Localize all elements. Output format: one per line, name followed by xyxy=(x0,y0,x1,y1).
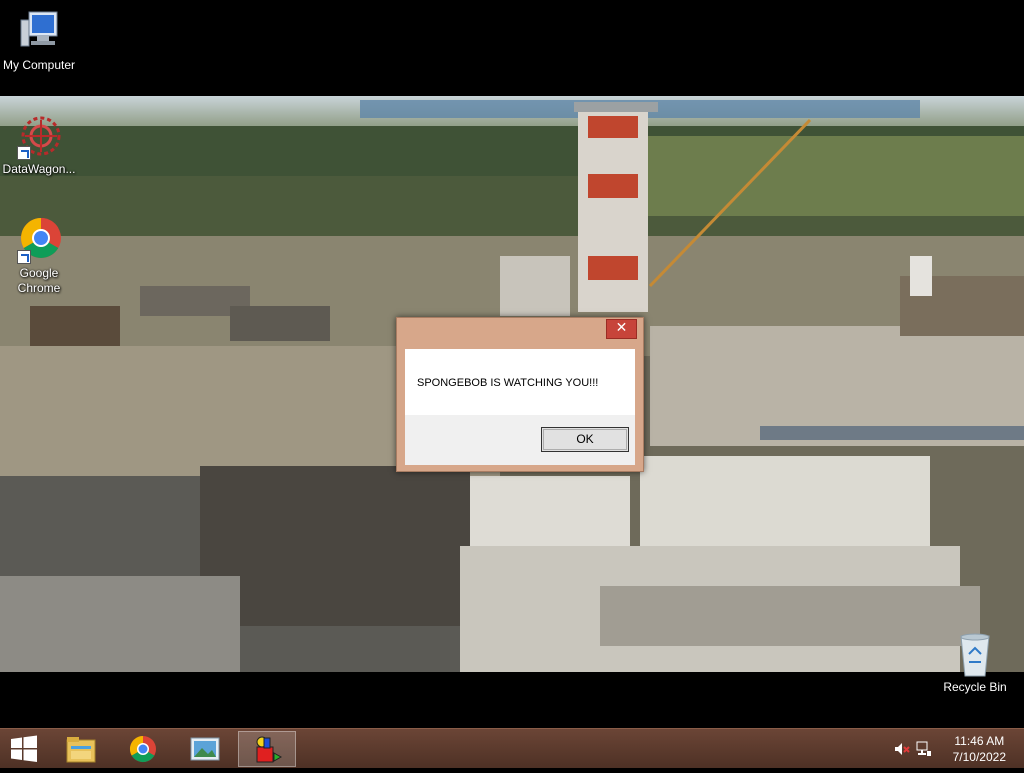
desktop-icon-google-chrome[interactable]: Google Chrome xyxy=(0,216,78,296)
clock-time: 11:46 AM xyxy=(954,734,1005,748)
computer-icon xyxy=(15,8,63,56)
desktop-icon-label: Recycle Bin xyxy=(943,680,1007,694)
taskbar-photo-viewer[interactable] xyxy=(176,731,234,767)
desktop-icon-label: My Computer xyxy=(2,58,76,72)
shortcut-arrow-icon xyxy=(17,250,31,264)
system-tray: 11:46 AM 7/10/2022 xyxy=(884,729,1024,769)
photo-icon xyxy=(190,737,220,761)
recycle-bin-icon xyxy=(951,630,999,678)
taskbar-clock[interactable]: 11:46 AM 7/10/2022 xyxy=(953,733,1006,765)
message-box-body: SPONGEBOB IS WATCHING YOU!!! xyxy=(405,349,635,415)
folder-icon xyxy=(66,737,96,763)
volume-muted-icon[interactable] xyxy=(894,742,910,756)
desktop-icon-label: Google Chrome xyxy=(17,266,61,295)
shapes-icon xyxy=(256,736,283,763)
desktop-icon-datawagon[interactable]: DataWagon... xyxy=(0,112,78,177)
clock-date: 7/10/2022 xyxy=(952,750,1006,764)
close-button[interactable]: ✕ xyxy=(606,319,637,339)
taskbar-shapes-app[interactable] xyxy=(238,731,296,767)
taskbar: 11:46 AM 7/10/2022 xyxy=(0,728,1024,768)
shortcut-arrow-icon xyxy=(17,146,31,160)
message-box-footer: OK xyxy=(405,415,635,465)
datawagon-icon xyxy=(15,112,63,160)
chrome-icon xyxy=(129,735,156,763)
taskbar-google-chrome[interactable] xyxy=(114,731,172,767)
message-box-dialog[interactable]: ✕ SPONGEBOB IS WATCHING YOU!!! OK xyxy=(396,317,644,472)
desktop-icon-label: DataWagon... xyxy=(2,162,76,176)
network-icon[interactable] xyxy=(916,741,932,757)
desktop-icon-my-computer[interactable]: My Computer xyxy=(0,8,78,73)
start-button[interactable] xyxy=(0,729,48,769)
ok-button[interactable]: OK xyxy=(541,427,629,452)
chrome-icon xyxy=(15,216,63,264)
windows-logo-icon xyxy=(11,735,37,762)
taskbar-file-explorer[interactable] xyxy=(52,731,110,767)
desktop-icon-recycle-bin[interactable]: Recycle Bin xyxy=(936,630,1014,695)
message-text: SPONGEBOB IS WATCHING YOU!!! xyxy=(417,377,599,389)
desktop[interactable]: My Computer DataWagon... Google Chrome R… xyxy=(0,0,1024,728)
